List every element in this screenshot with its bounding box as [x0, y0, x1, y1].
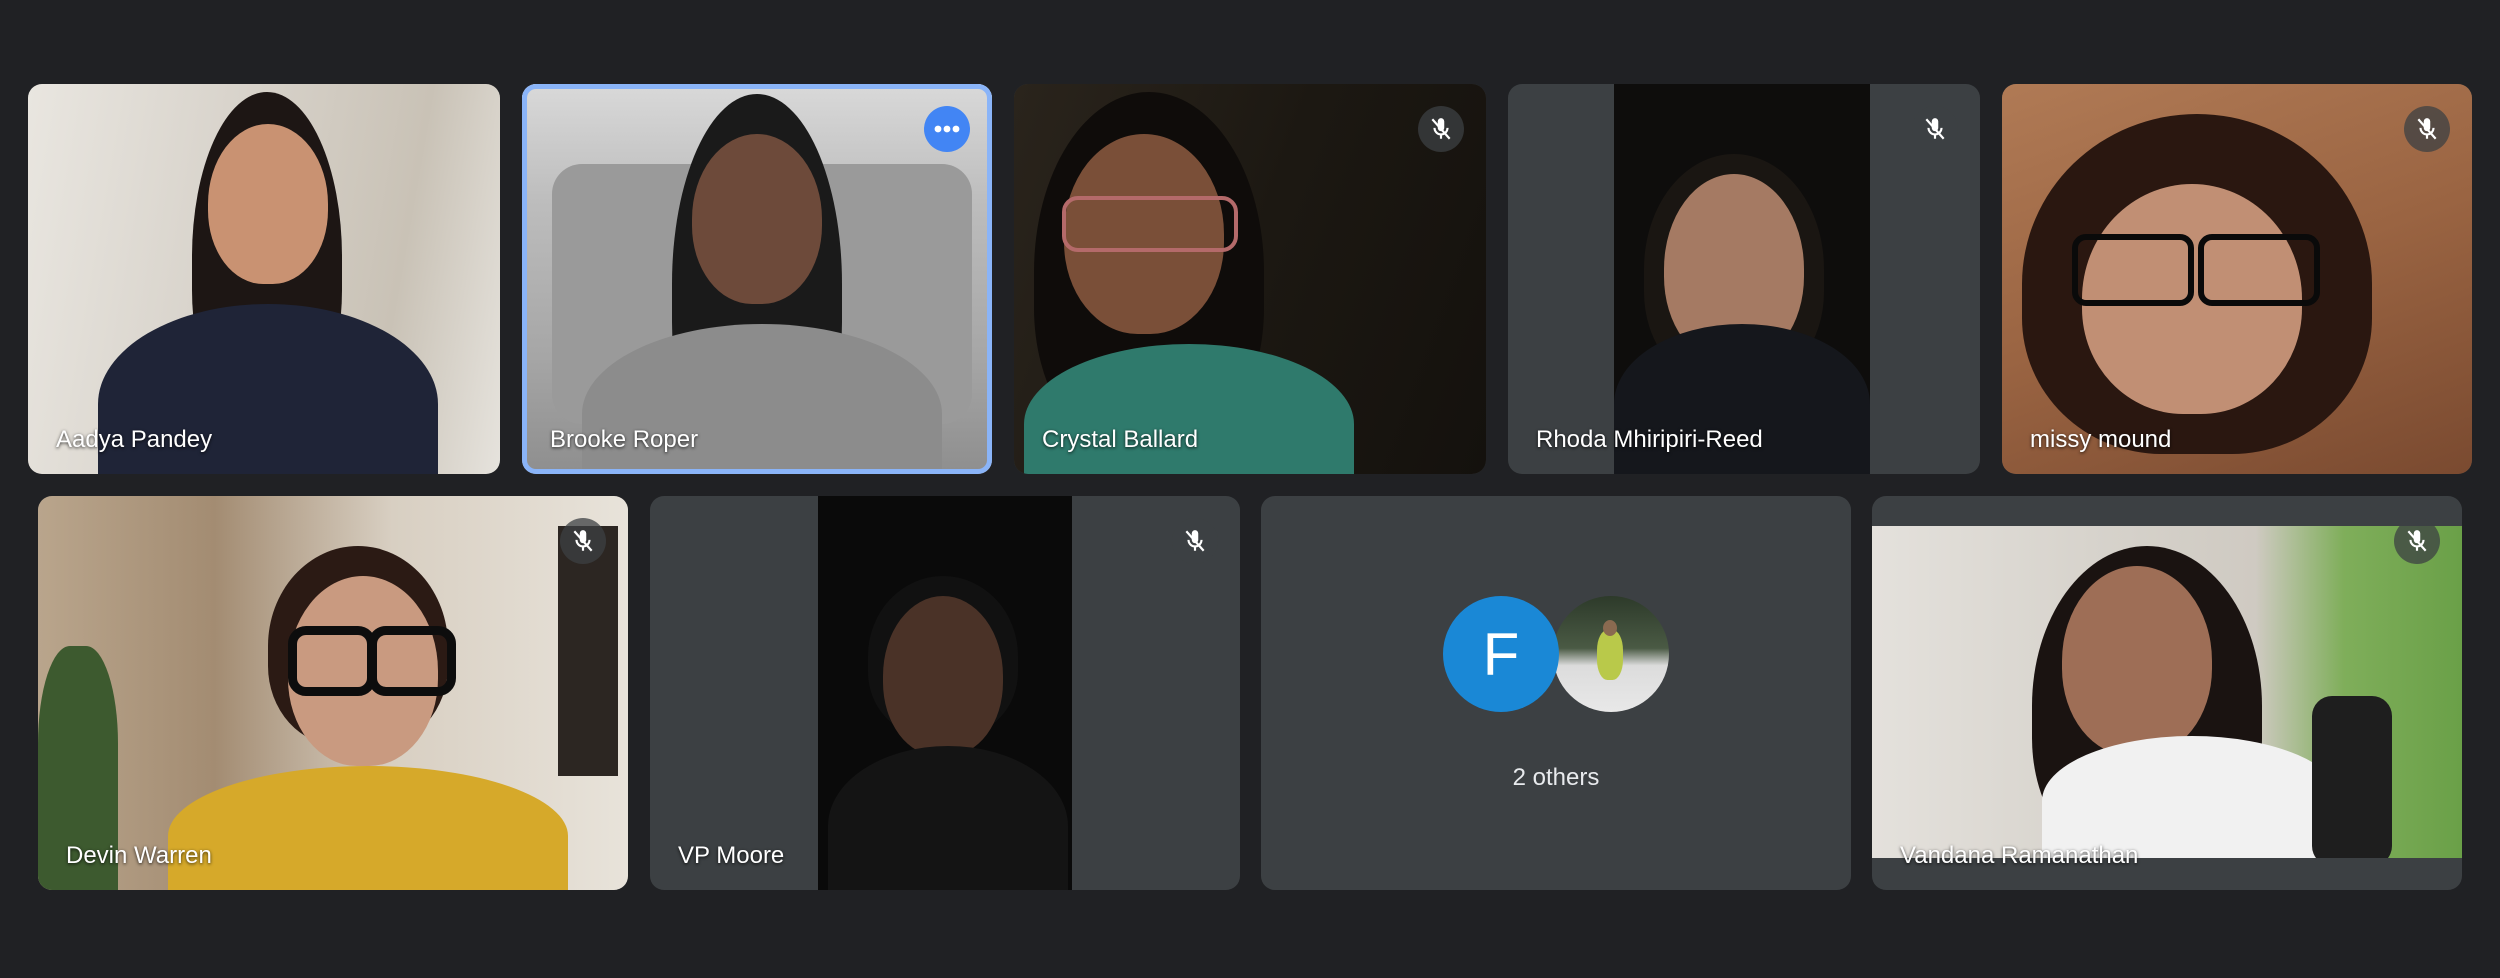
mic-off-icon — [1431, 118, 1451, 140]
avatar: F — [1443, 596, 1559, 712]
others-label: 2 others — [1512, 764, 1600, 791]
avatar-letter: F — [1482, 620, 1520, 688]
participant-name: missy mound — [2030, 426, 2172, 453]
participant-tile[interactable]: VP Moore — [650, 496, 1240, 890]
avatar — [1553, 596, 1669, 712]
mic-off-icon — [2407, 530, 2427, 552]
participant-tile[interactable]: Crystal Ballard — [1014, 84, 1486, 474]
mute-indicator — [2394, 518, 2440, 564]
participant-video — [2002, 84, 2472, 474]
participant-name: Vandana Ramanathan — [1900, 842, 2139, 869]
participant-name: Crystal Ballard — [1042, 426, 1199, 453]
participant-tile[interactable]: Rhoda Mhiripiri-Reed — [1508, 84, 1980, 474]
mic-off-icon — [573, 530, 593, 552]
mic-off-icon — [1925, 118, 1945, 140]
participant-video — [38, 496, 628, 890]
participant-name: Brooke Roper — [550, 426, 699, 453]
participant-video — [1614, 84, 1870, 474]
mic-off-icon — [2417, 118, 2437, 140]
participant-name: VP Moore — [678, 842, 785, 869]
participant-video — [522, 84, 992, 474]
others-avatars: F — [1261, 596, 1851, 712]
mute-indicator — [2404, 106, 2450, 152]
participant-video — [1014, 84, 1486, 474]
participant-name: Devin Warren — [66, 842, 212, 869]
mic-off-icon — [1185, 530, 1205, 552]
participant-tile-active-speaker[interactable]: Brooke Roper — [522, 84, 992, 474]
more-options-button[interactable] — [924, 106, 970, 152]
mute-indicator — [1418, 106, 1464, 152]
participant-video — [818, 496, 1072, 890]
mute-indicator — [560, 518, 606, 564]
participant-tile[interactable]: Aadya Pandey — [28, 84, 500, 474]
participant-tile[interactable]: Devin Warren — [38, 496, 628, 890]
participant-name: Rhoda Mhiripiri-Reed — [1536, 426, 1763, 453]
participant-tile[interactable]: missy mound — [2002, 84, 2472, 474]
participant-video — [28, 84, 500, 474]
mute-indicator — [1912, 106, 1958, 152]
mute-indicator — [1172, 518, 1218, 564]
others-tile[interactable]: F 2 others — [1261, 496, 1851, 890]
participant-video — [1872, 526, 2462, 858]
more-options-icon — [934, 125, 960, 133]
participant-name: Aadya Pandey — [56, 426, 213, 453]
participant-tile[interactable]: Vandana Ramanathan — [1872, 496, 2462, 890]
meeting-grid: Aadya Pandey Brooke Roper Crystal Ballar… — [0, 0, 2500, 978]
